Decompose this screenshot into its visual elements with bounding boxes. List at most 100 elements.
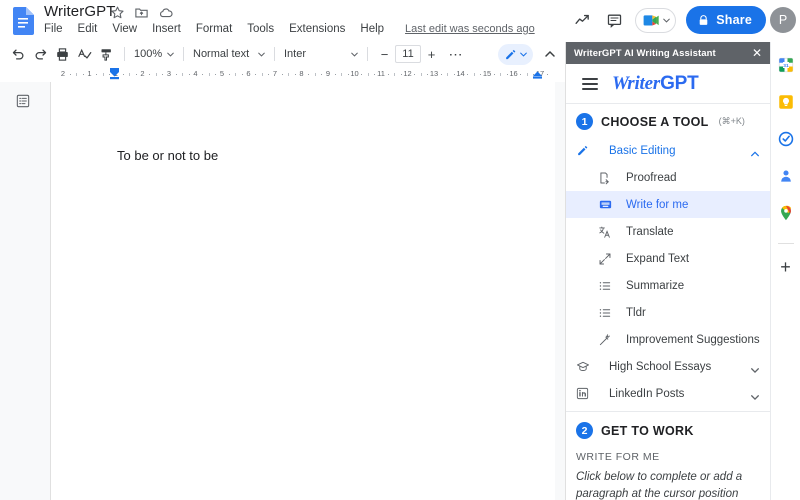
ruler-tick — [83, 74, 84, 75]
star-icon[interactable] — [110, 5, 126, 21]
graduation-cap-icon — [576, 360, 596, 374]
tool-item-expand-text[interactable]: Expand Text — [566, 245, 770, 272]
increase-font-size-button[interactable]: + — [423, 46, 440, 63]
chevron-up-icon[interactable] — [750, 146, 760, 156]
menu-file[interactable]: File — [42, 22, 65, 36]
document-outline-icon[interactable] — [12, 90, 34, 112]
zoom-select[interactable]: 100% — [131, 44, 177, 64]
document-title-actions — [110, 5, 174, 21]
magic-wand-icon — [596, 333, 614, 347]
chevron-down-icon[interactable] — [750, 362, 760, 372]
step-1-number: 1 — [576, 113, 593, 130]
ruler-tick — [70, 74, 71, 75]
ruler-tick — [202, 74, 203, 75]
ruler-tick — [76, 73, 77, 76]
paragraph-style-select[interactable]: Normal text — [190, 44, 268, 64]
tool-item-write-for-me[interactable]: Write for me — [566, 191, 770, 218]
google-meet-button[interactable] — [635, 8, 676, 33]
print-icon[interactable] — [52, 44, 72, 64]
document-page[interactable]: To be or not to be — [50, 82, 555, 500]
ruler-mark: 8 — [299, 69, 303, 78]
ruler-tick — [262, 73, 263, 76]
more-options-icon[interactable]: ⋯ — [446, 44, 466, 64]
tool-item-summarize[interactable]: Summarize — [566, 272, 770, 299]
ruler-tick — [235, 73, 236, 76]
spellcheck-icon[interactable] — [74, 44, 94, 64]
ruler-mark: 5 — [220, 69, 224, 78]
tool-group-label: Basic Editing — [596, 145, 750, 157]
tool-group-linkedin-posts[interactable]: LinkedIn Posts — [566, 380, 770, 407]
document-body-text[interactable]: To be or not to be — [117, 148, 218, 163]
paragraph-style-value: Normal text — [193, 48, 249, 60]
tool-item-proofread[interactable]: Proofread — [566, 164, 770, 191]
step-2-number: 2 — [576, 422, 593, 439]
paint-format-icon[interactable] — [96, 44, 116, 64]
google-docs-window: WriterGPT File Edit View — [0, 0, 800, 500]
menu-format[interactable]: Format — [194, 22, 234, 36]
tool-group-high-school-essays[interactable]: High School Essays — [566, 353, 770, 380]
document-ruler[interactable]: 211234567891011121314151617 — [0, 66, 565, 82]
hamburger-icon[interactable] — [582, 75, 598, 93]
list-icon — [596, 306, 614, 320]
header-actions: Share — [571, 2, 766, 38]
add-apps-icon[interactable]: + — [775, 256, 797, 278]
toolbar-divider — [274, 47, 275, 61]
ruler-mark: 16 — [509, 69, 517, 78]
collapse-toolbar-icon[interactable] — [539, 44, 561, 65]
ruler-tick — [480, 74, 481, 75]
zoom-value: 100% — [134, 48, 162, 60]
google-tasks-icon[interactable] — [775, 128, 797, 150]
trending-up-icon[interactable] — [571, 9, 593, 31]
last-edit-status[interactable]: Last edit was seconds ago — [405, 23, 535, 35]
tool-item-label: Translate — [614, 226, 674, 238]
ruler-tick — [308, 74, 309, 75]
font-select[interactable]: Inter — [281, 44, 361, 64]
cloud-saved-icon[interactable] — [158, 5, 174, 21]
tool-item-improvement-suggestions[interactable]: Improvement Suggestions — [566, 326, 770, 353]
tool-item-tldr[interactable]: Tldr — [566, 299, 770, 326]
avatar[interactable]: P — [770, 7, 796, 33]
document-title[interactable]: WriterGPT — [44, 3, 115, 20]
google-calendar-icon[interactable]: 31 — [775, 54, 797, 76]
font-size-input[interactable]: 11 — [395, 45, 421, 63]
tool-item-label: Tldr — [614, 307, 646, 319]
chevron-down-icon[interactable] — [750, 389, 760, 399]
right-indent-marker[interactable] — [532, 67, 543, 79]
menu-help[interactable]: Help — [358, 22, 386, 36]
ruler-tick — [156, 73, 157, 76]
google-maps-icon[interactable] — [775, 202, 797, 224]
tool-item-label: Improvement Suggestions — [614, 334, 760, 346]
menu-edit[interactable]: Edit — [76, 22, 100, 36]
share-button[interactable]: Share — [686, 6, 766, 34]
step-2-header: 2 GET TO WORK — [566, 412, 770, 443]
ruler-tick — [388, 74, 389, 75]
google-keep-icon[interactable] — [775, 91, 797, 113]
left-indent-marker[interactable] — [109, 67, 120, 79]
menu-insert[interactable]: Insert — [150, 22, 183, 36]
toolbar-right-group — [498, 42, 561, 66]
formatting-toolbar: 100% Normal text Inter − 11 + ⋯ — [0, 42, 565, 66]
redo-icon[interactable] — [30, 44, 50, 64]
ruler-tick — [368, 73, 369, 76]
ruler-tick — [441, 74, 442, 75]
decrease-font-size-button[interactable]: − — [376, 46, 393, 63]
writergpt-logo: WriterGPT — [612, 73, 699, 95]
ruler-tick — [96, 74, 97, 75]
move-to-folder-icon[interactable] — [134, 5, 150, 21]
close-icon[interactable]: ✕ — [750, 46, 764, 60]
menu-view[interactable]: View — [110, 22, 139, 36]
menu-extensions[interactable]: Extensions — [287, 22, 347, 36]
editing-mode-button[interactable] — [498, 44, 533, 65]
toolbar-divider — [183, 47, 184, 61]
brand-text-writer: Writer — [612, 73, 660, 94]
tool-item-label: Expand Text — [614, 253, 689, 265]
tool-item-translate[interactable]: Translate — [566, 218, 770, 245]
google-docs-icon[interactable] — [8, 5, 38, 37]
google-contacts-icon[interactable] — [775, 165, 797, 187]
tool-group-basic-editing[interactable]: Basic Editing — [566, 137, 770, 164]
ruler-tick — [394, 73, 395, 76]
menu-tools[interactable]: Tools — [245, 22, 276, 36]
undo-icon[interactable] — [8, 44, 28, 64]
comment-icon[interactable] — [603, 9, 625, 31]
ruler-tick — [282, 74, 283, 75]
